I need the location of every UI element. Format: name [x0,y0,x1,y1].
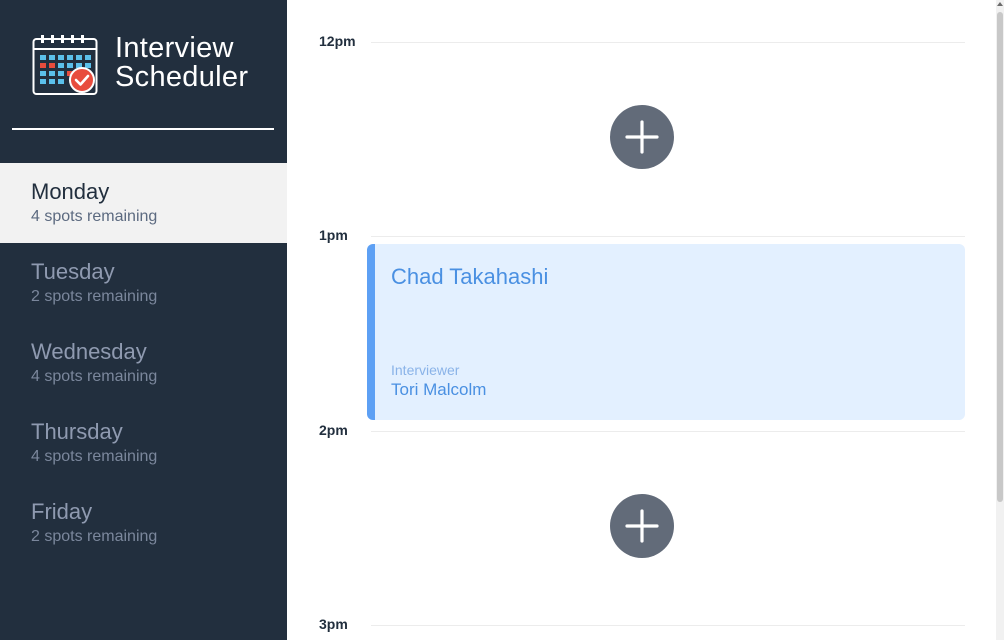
sidebar: Interview Scheduler Monday 4 spots remai… [0,0,287,640]
slot-time: 3pm [319,616,348,632]
slot-header: 12pm [287,33,987,53]
add-appointment-button[interactable] [610,105,674,169]
appointment-card[interactable]: Chad Takahashi Interviewer Tori Malcolm [367,244,965,420]
scrollbar[interactable] [996,0,1004,640]
day-name: Tuesday [31,259,115,284]
schedule: 12pm 1pm Chad Takahashi Interviewer Tori… [287,0,1004,640]
plus-icon [625,509,659,543]
appointment-interviewer: Tori Malcolm [391,380,487,399]
scrollbar-thumb[interactable] [997,12,1003,502]
plus-icon [625,120,659,154]
add-appointment-button[interactable] [610,494,674,558]
slot-header: 3pm [287,616,987,636]
day-list: Monday 4 spots remaining Tuesday 2 spots… [0,163,287,563]
day-name: Friday [31,499,93,524]
day-item-tuesday[interactable]: Tuesday 2 spots remaining [0,243,287,323]
slot-time: 2pm [319,422,348,438]
slot-divider [371,625,965,626]
app-title-line1: Interview [115,32,234,64]
slot-divider [371,431,965,432]
brand: Interview Scheduler [32,34,248,96]
day-name: Wednesday [31,339,147,364]
day-name: Monday [31,179,110,204]
slot-header: 2pm [287,422,987,442]
calendar-check-icon [32,35,98,95]
app-title: Interview Scheduler [115,34,248,92]
day-spots: 4 spots remaining [31,208,158,225]
day-item-thursday[interactable]: Thursday 4 spots remaining [0,403,287,483]
day-spots: 2 spots remaining [31,528,158,545]
sidebar-divider [12,128,274,130]
interviewer-label: Interviewer [391,362,460,378]
appointment-student: Chad Takahashi [391,264,549,289]
day-name: Thursday [31,419,123,444]
day-spots: 2 spots remaining [31,288,158,305]
app-title-line2: Scheduler [115,61,249,93]
scroll-up-icon[interactable] [997,2,1003,6]
slot-time: 12pm [319,33,356,49]
day-item-wednesday[interactable]: Wednesday 4 spots remaining [0,323,287,403]
day-item-friday[interactable]: Friday 2 spots remaining [0,483,287,563]
day-spots: 4 spots remaining [31,448,158,465]
slot-divider [371,236,965,237]
day-item-monday[interactable]: Monday 4 spots remaining [0,163,287,243]
slot-divider [371,42,965,43]
slot-time: 1pm [319,227,348,243]
day-spots: 4 spots remaining [31,368,158,385]
